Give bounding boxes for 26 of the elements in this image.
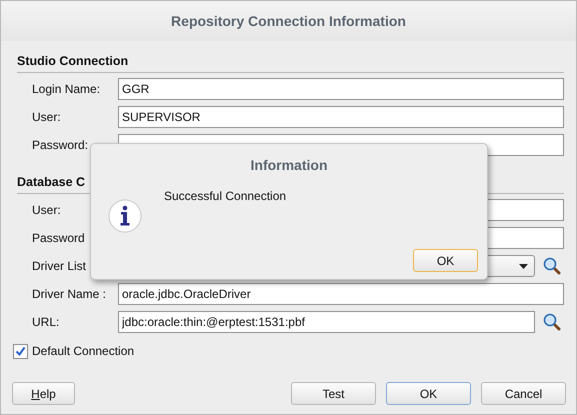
ok-button[interactable]: OK [413,249,478,272]
dialog-button[interactable]: OK [386,382,471,405]
checkbox[interactable] [13,344,28,358]
dialog-title: Information [250,157,328,173]
text-field[interactable]: GGR [118,78,564,100]
dialog-button[interactable]: Test [291,382,376,405]
field-label: Driver Name : [32,287,108,301]
section-heading: Studio Connection [17,54,564,73]
checkbox-label: Default Connection [32,344,134,358]
caret-icon [519,264,528,268]
text-field[interactable]: oracle.jdbc.OracleDriver [118,283,564,305]
field-label: Driver List [32,259,88,273]
field-label: Login Name: [32,82,102,96]
window-title: Repository Connection Information [171,13,406,29]
search-icon[interactable] [543,257,561,275]
field-label: Password [32,231,86,245]
search-icon[interactable] [543,313,561,331]
field-label: User: [32,203,62,217]
dialog-button[interactable]: Cancel [481,382,566,405]
info-icon [108,199,142,233]
field-label: URL: [32,315,60,329]
field-label: User: [32,110,62,124]
dialog-button[interactable]: Help [12,382,75,405]
text-field[interactable]: SUPERVISOR [118,106,564,128]
field-label: Password: [32,138,90,152]
text-field[interactable]: jdbc:oracle:thin:@erptest:1531:pbf [118,311,535,333]
